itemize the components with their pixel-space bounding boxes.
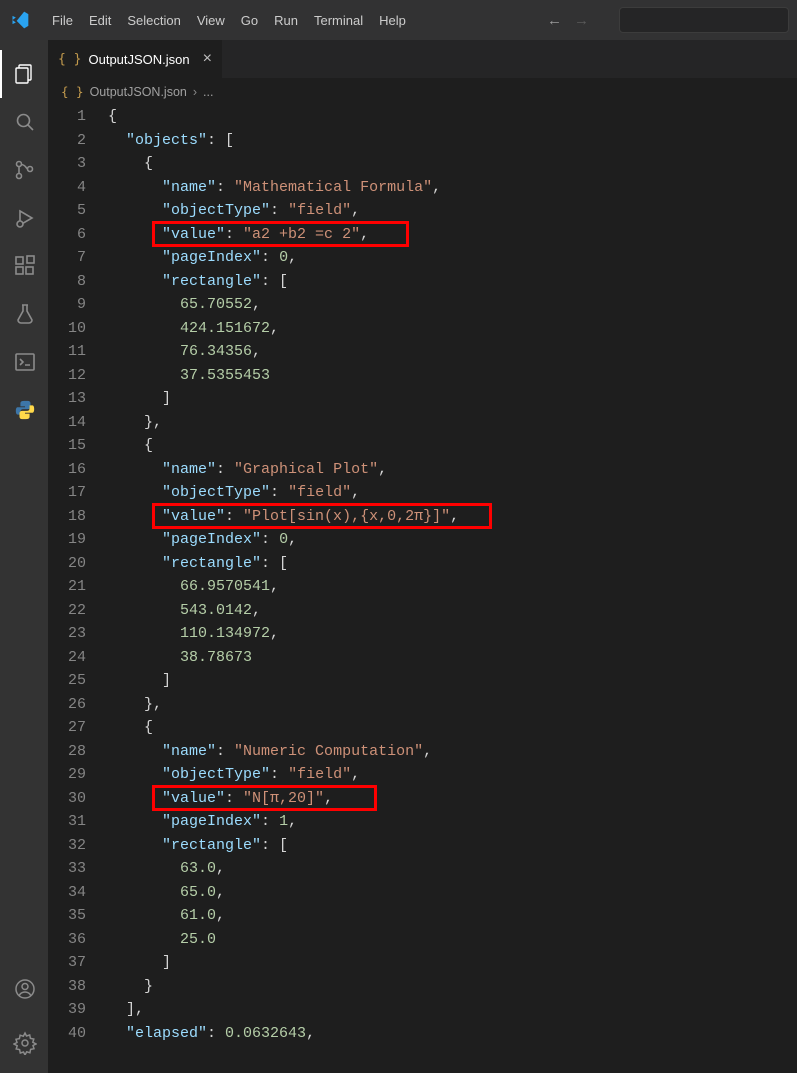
python-icon[interactable] (0, 386, 48, 434)
testing-icon[interactable] (0, 290, 48, 338)
breadcrumb-filename: OutputJSON.json (90, 85, 187, 99)
code-line[interactable]: ] (108, 387, 797, 411)
nav-back-icon[interactable]: ← (547, 12, 562, 29)
code-line[interactable]: ] (108, 669, 797, 693)
extensions-icon[interactable] (0, 242, 48, 290)
code-line[interactable]: "rectangle": [ (108, 552, 797, 576)
code-line[interactable]: 76.34356, (108, 340, 797, 364)
menu-view[interactable]: View (189, 7, 233, 34)
accounts-icon[interactable] (0, 965, 48, 1013)
code-line[interactable]: "objectType": "field", (108, 763, 797, 787)
explorer-icon[interactable] (0, 50, 48, 98)
code-line[interactable]: { (108, 105, 797, 129)
code-line[interactable]: "objects": [ (108, 129, 797, 153)
menu-go[interactable]: Go (233, 7, 266, 34)
breadcrumb-tail: ... (203, 85, 213, 99)
breadcrumb[interactable]: { } OutputJSON.json › ... (48, 78, 797, 105)
source-control-icon[interactable] (0, 146, 48, 194)
editor-tabs: { } OutputJSON.json × (48, 40, 797, 78)
json-file-icon: { } (61, 84, 84, 99)
search-icon[interactable] (0, 98, 48, 146)
code-line[interactable]: 65.70552, (108, 293, 797, 317)
code-line[interactable]: "rectangle": [ (108, 270, 797, 294)
code-line[interactable]: "elapsed": 0.0632643, (108, 1022, 797, 1046)
line-number-gutter: 1234567891011121314151617181920212223242… (48, 105, 108, 1073)
code-line[interactable]: "rectangle": [ (108, 834, 797, 858)
tab-filename: OutputJSON.json (88, 52, 189, 67)
close-tab-icon[interactable]: × (203, 50, 212, 68)
tab-outputjson[interactable]: { } OutputJSON.json × (48, 40, 223, 78)
code-line[interactable]: { (108, 152, 797, 176)
code-line[interactable]: 63.0, (108, 857, 797, 881)
run-debug-icon[interactable] (0, 194, 48, 242)
code-line[interactable]: "name": "Graphical Plot", (108, 458, 797, 482)
code-line[interactable]: 61.0, (108, 904, 797, 928)
code-line[interactable]: "pageIndex": 0, (108, 528, 797, 552)
code-line[interactable]: 65.0, (108, 881, 797, 905)
code-line[interactable]: "value": "N[π,20]", (108, 787, 797, 811)
code-content[interactable]: { "objects": [ { "name": "Mathematical F… (108, 105, 797, 1073)
activity-bar (0, 40, 48, 1073)
code-line[interactable]: { (108, 716, 797, 740)
vscode-logo-icon (8, 8, 32, 32)
code-line[interactable]: ], (108, 998, 797, 1022)
code-line[interactable]: 38.78673 (108, 646, 797, 670)
code-line[interactable]: "name": "Mathematical Formula", (108, 176, 797, 200)
breadcrumb-sep-icon: › (193, 85, 197, 99)
code-line[interactable]: "pageIndex": 0, (108, 246, 797, 270)
code-editor[interactable]: 1234567891011121314151617181920212223242… (48, 105, 797, 1073)
settings-gear-icon[interactable] (0, 1019, 48, 1067)
json-file-icon: { } (58, 52, 81, 67)
terminal-panel-icon[interactable] (0, 338, 48, 386)
code-line[interactable]: "value": "a2 +b2 =c 2", (108, 223, 797, 247)
code-line[interactable]: } (108, 975, 797, 999)
code-line[interactable]: }, (108, 411, 797, 435)
command-center-search[interactable] (619, 7, 789, 33)
menu-help[interactable]: Help (371, 7, 414, 34)
title-bar: FileEditSelectionViewGoRunTerminalHelp ←… (0, 0, 797, 40)
code-line[interactable]: 66.9570541, (108, 575, 797, 599)
code-line[interactable]: ] (108, 951, 797, 975)
menu-edit[interactable]: Edit (81, 7, 119, 34)
code-line[interactable]: "pageIndex": 1, (108, 810, 797, 834)
code-line[interactable]: "value": "Plot[sin(x),{x,0,2π}]", (108, 505, 797, 529)
code-line[interactable]: { (108, 434, 797, 458)
code-line[interactable]: "name": "Numeric Computation", (108, 740, 797, 764)
menu-terminal[interactable]: Terminal (306, 7, 371, 34)
code-line[interactable]: 424.151672, (108, 317, 797, 341)
nav-forward-icon[interactable]: → (574, 12, 589, 29)
code-line[interactable]: "objectType": "field", (108, 481, 797, 505)
code-line[interactable]: }, (108, 693, 797, 717)
menu-file[interactable]: File (44, 7, 81, 34)
code-line[interactable]: 543.0142, (108, 599, 797, 623)
code-line[interactable]: "objectType": "field", (108, 199, 797, 223)
menu-selection[interactable]: Selection (119, 7, 188, 34)
menu-run[interactable]: Run (266, 7, 306, 34)
code-line[interactable]: 110.134972, (108, 622, 797, 646)
code-line[interactable]: 37.5355453 (108, 364, 797, 388)
code-line[interactable]: 25.0 (108, 928, 797, 952)
